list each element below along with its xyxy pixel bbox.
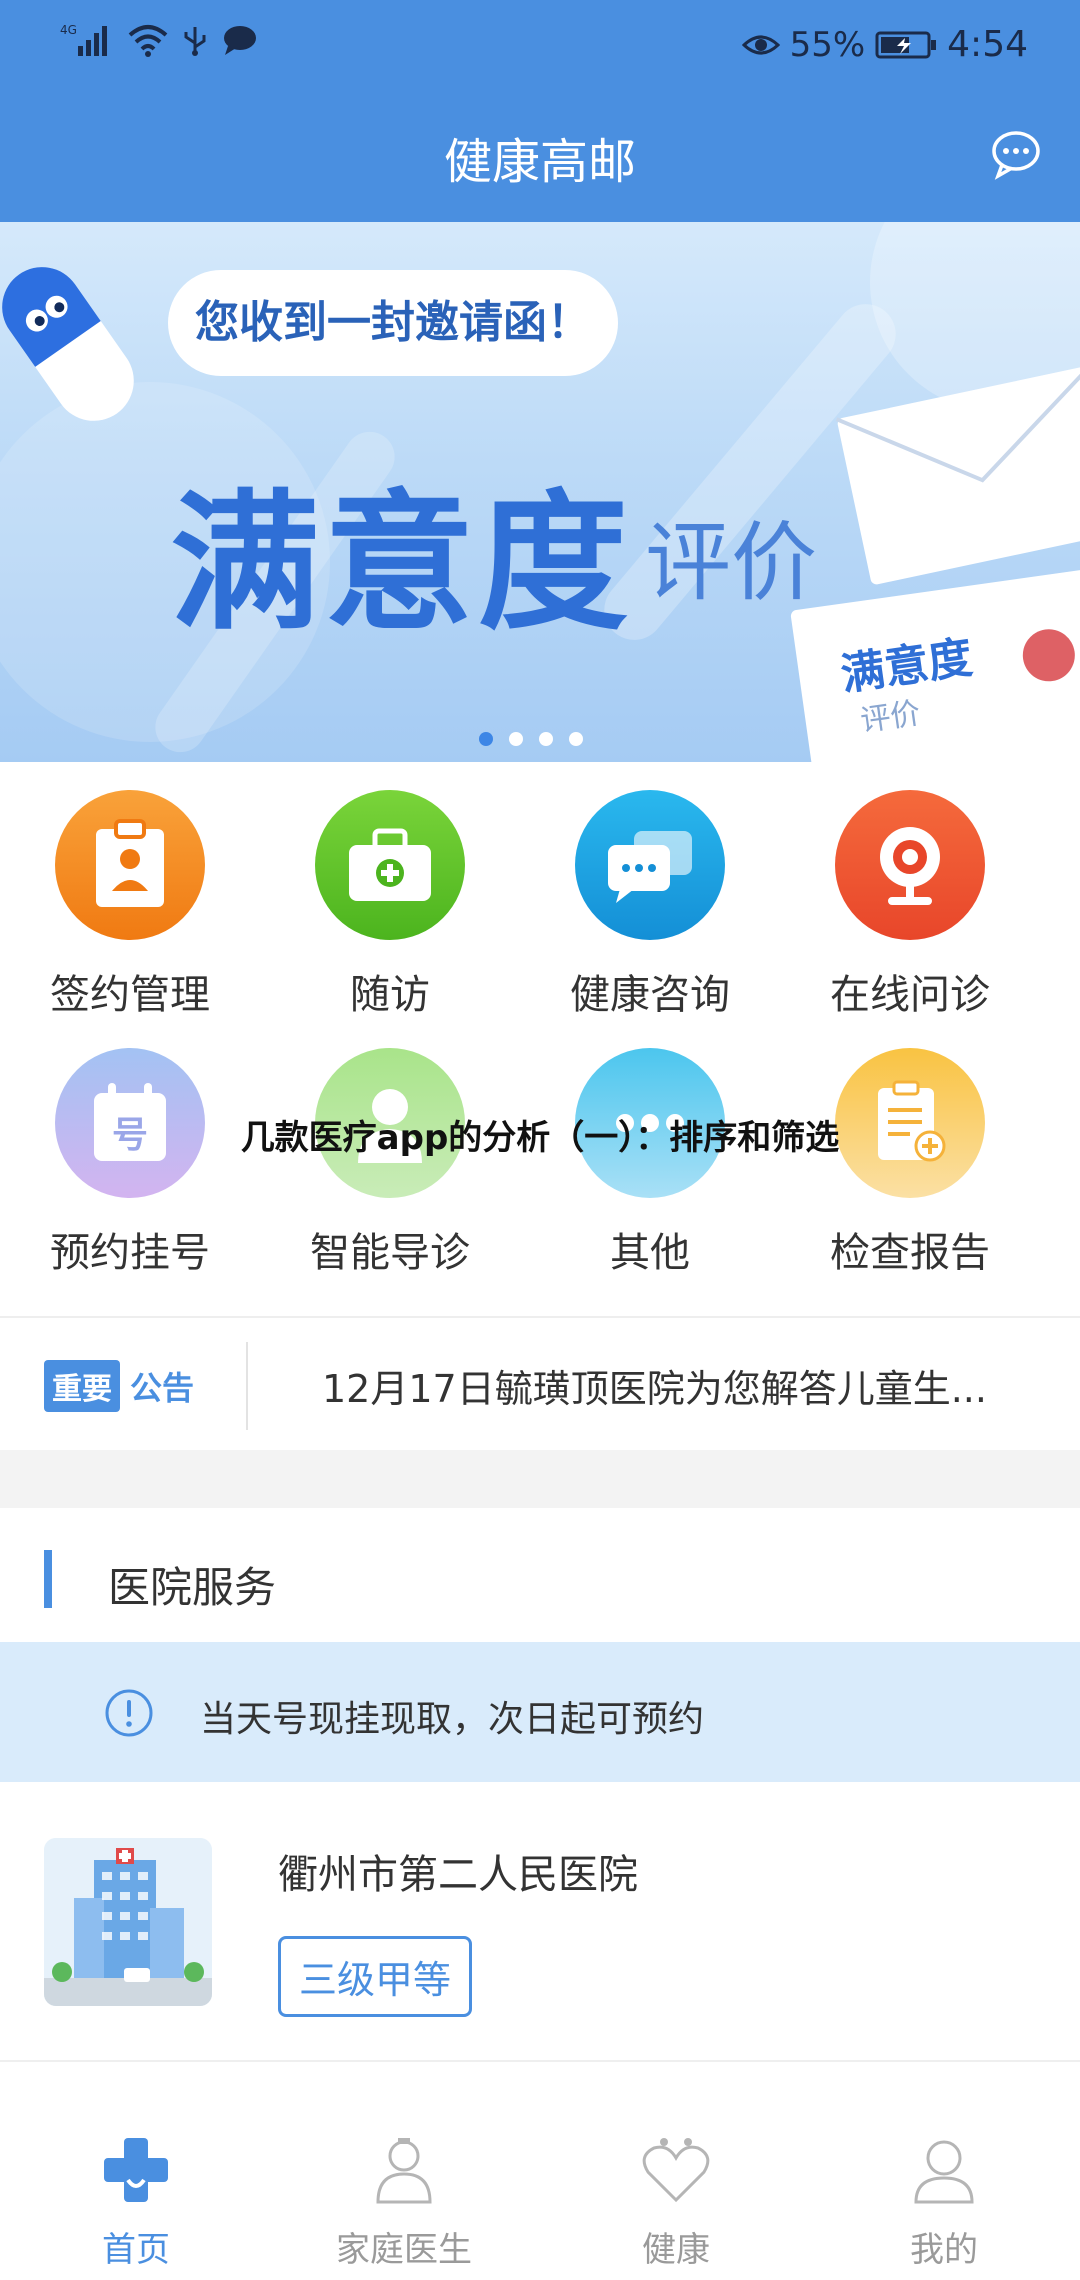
grid-label: 随访 xyxy=(350,972,430,1018)
app-header: 4G 55% 4:54 健康高邮 xyxy=(0,0,1080,222)
tab-label: 首页 xyxy=(102,2230,170,2270)
usb-icon xyxy=(184,27,206,56)
follow-up-circle xyxy=(315,790,465,940)
eye-icon xyxy=(741,35,780,54)
hospital-card[interactable]: 衢州市第二人民医院 三级甲等 xyxy=(0,1782,1080,2062)
chat-bubbles-icon xyxy=(608,831,692,903)
tab-label: 健康 xyxy=(642,2230,710,2270)
tab-label: 家庭医生 xyxy=(336,2230,472,2270)
carousel-dot[interactable] xyxy=(479,732,493,746)
grid-label: 预约挂号 xyxy=(50,1230,210,1276)
svg-text:4G: 4G xyxy=(60,23,77,37)
grid-item-follow-up[interactable]: 随访 xyxy=(280,790,500,1020)
banner-invite: 您收到一封邀请函！ xyxy=(168,270,618,376)
clipboard-icon xyxy=(96,819,164,907)
grid-item-sign-management[interactable]: 签约管理 xyxy=(20,790,240,1020)
carousel-indicator xyxy=(479,732,583,746)
battery-percent: 55% xyxy=(789,24,866,65)
grid-item-health-consult[interactable]: 健康咨询 xyxy=(540,790,760,1020)
envelope-subtitle: 评价 xyxy=(858,695,923,739)
carousel-dot[interactable] xyxy=(509,732,523,746)
grid-label: 签约管理 xyxy=(50,972,210,1018)
carousel-dot[interactable] xyxy=(539,732,553,746)
grid-item-report[interactable]: 检查报告 xyxy=(800,1048,1020,1278)
grid-label: 检查报告 xyxy=(830,1230,990,1276)
hospital-building-icon xyxy=(44,1838,212,2006)
notice-text[interactable]: 12月17日毓璜顶医院为您解答儿童生... xyxy=(322,1358,987,1413)
tab-mine[interactable]: 我的 xyxy=(844,2134,1044,2271)
banner-subtitle: 评价 xyxy=(645,513,817,613)
carousel-dot[interactable] xyxy=(569,732,583,746)
banner-carousel[interactable]: 您收到一封邀请函！ 满意度 评价 满意度 评价 xyxy=(0,222,1080,762)
tip-text: 当天号现挂现取，次日起可预约 xyxy=(200,1699,705,1740)
info-icon xyxy=(105,1689,153,1737)
battery-icon xyxy=(875,31,937,58)
tab-family-doctor[interactable]: 家庭医生 xyxy=(304,2134,504,2271)
banner-main-title: 满意度 xyxy=(170,477,633,651)
bottom-tab-bar: 首页 家庭医生 健康 我的 xyxy=(0,2100,1080,2280)
signal-icon: 4G xyxy=(60,23,107,56)
status-left: 4G xyxy=(60,22,258,58)
online-consult-circle xyxy=(835,790,985,940)
message-icon xyxy=(224,26,256,55)
section-accent-bar xyxy=(44,1550,52,1608)
status-bar: 4G 55% 4:54 xyxy=(0,0,1080,92)
chat-icon[interactable] xyxy=(990,128,1042,180)
status-right: 55% 4:54 xyxy=(741,24,1028,65)
grid-label: 健康咨询 xyxy=(570,972,730,1018)
notice-tag-important: 重要 xyxy=(44,1360,120,1412)
clock: 4:54 xyxy=(947,24,1028,65)
health-heart-icon xyxy=(642,2138,710,2203)
notice-logo: 重要 公告 xyxy=(44,1360,194,1412)
hospital-image xyxy=(44,1838,212,2006)
feature-grid: 签约管理 随访 健康咨询 在线问诊 号 预约挂号 智能导诊 其他 检查报告 xyxy=(0,762,1080,1316)
booking-tip: 当天号现挂现取，次日起可预约 xyxy=(0,1642,1080,1782)
section-gap xyxy=(0,1450,1080,1508)
notice-divider xyxy=(246,1342,248,1430)
user-icon xyxy=(914,2140,974,2204)
overlay-caption: 几款医疗app的分析（一）：排序和筛选 xyxy=(240,1118,840,1158)
sign-management-circle xyxy=(55,790,205,940)
grid-label: 智能导诊 xyxy=(310,1230,470,1276)
grid-item-other[interactable]: 其他 xyxy=(540,1048,760,1278)
tab-health[interactable]: 健康 xyxy=(576,2134,776,2271)
home-medical-icon xyxy=(104,2138,168,2202)
grid-label: 其他 xyxy=(610,1230,690,1276)
grid-item-smart-guide[interactable]: 智能导诊 xyxy=(280,1048,500,1278)
family-doctor-icon xyxy=(376,2138,432,2204)
webcam-icon xyxy=(880,827,940,905)
grid-item-online-consult[interactable]: 在线问诊 xyxy=(800,790,1020,1020)
grid-item-appointment[interactable]: 号 预约挂号 xyxy=(20,1048,240,1278)
hospital-services-header: 医院服务 xyxy=(0,1508,1080,1642)
health-consult-circle xyxy=(575,790,725,940)
grid-label: 在线问诊 xyxy=(830,972,990,1018)
section-title: 医院服务 xyxy=(108,1563,277,1612)
wifi-icon xyxy=(128,25,168,57)
tab-home[interactable]: 首页 xyxy=(36,2134,236,2271)
hospital-name: 衢州市第二人民医院 xyxy=(278,1852,638,1898)
page-title: 健康高邮 xyxy=(443,134,636,190)
notice-bar[interactable]: 重要 公告 12月17日毓璜顶医院为您解答儿童生... xyxy=(0,1316,1080,1450)
tab-label: 我的 xyxy=(910,2230,978,2270)
notice-tag-announcement: 公告 xyxy=(130,1369,195,1407)
hospital-level-badge: 三级甲等 xyxy=(278,1936,473,2017)
medical-kit-icon xyxy=(349,828,431,901)
